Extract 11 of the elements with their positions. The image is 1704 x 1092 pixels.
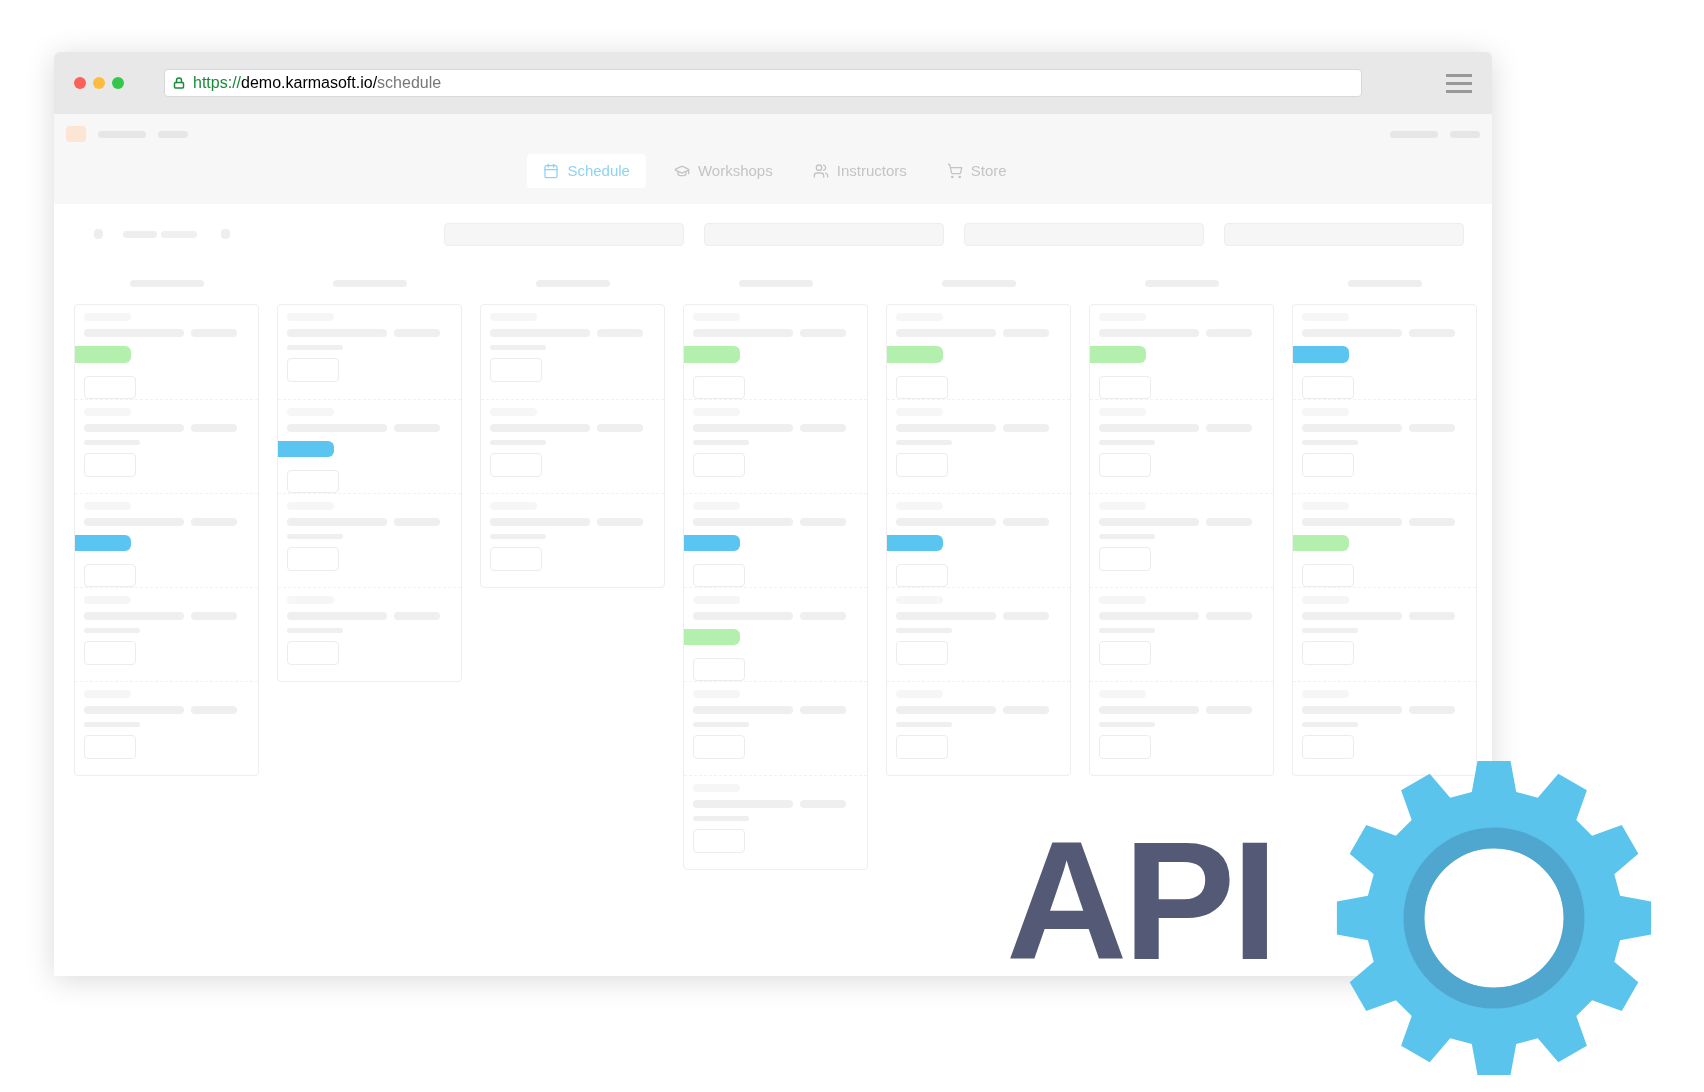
- address-bar[interactable]: https://demo.karmasoft.io/schedule: [164, 69, 1362, 97]
- url-text: https://demo.karmasoft.io/schedule: [193, 73, 442, 93]
- logo-placeholder: [66, 126, 86, 142]
- nav-tab[interactable]: Schedule: [527, 154, 646, 188]
- menu-icon[interactable]: [1446, 73, 1472, 93]
- users-icon: [812, 163, 829, 179]
- api-title: API: [1006, 817, 1275, 985]
- cart-icon: [946, 163, 963, 179]
- lock-icon: [173, 77, 185, 89]
- calendar-icon: [543, 163, 560, 179]
- graduation-cap-icon: [673, 163, 690, 179]
